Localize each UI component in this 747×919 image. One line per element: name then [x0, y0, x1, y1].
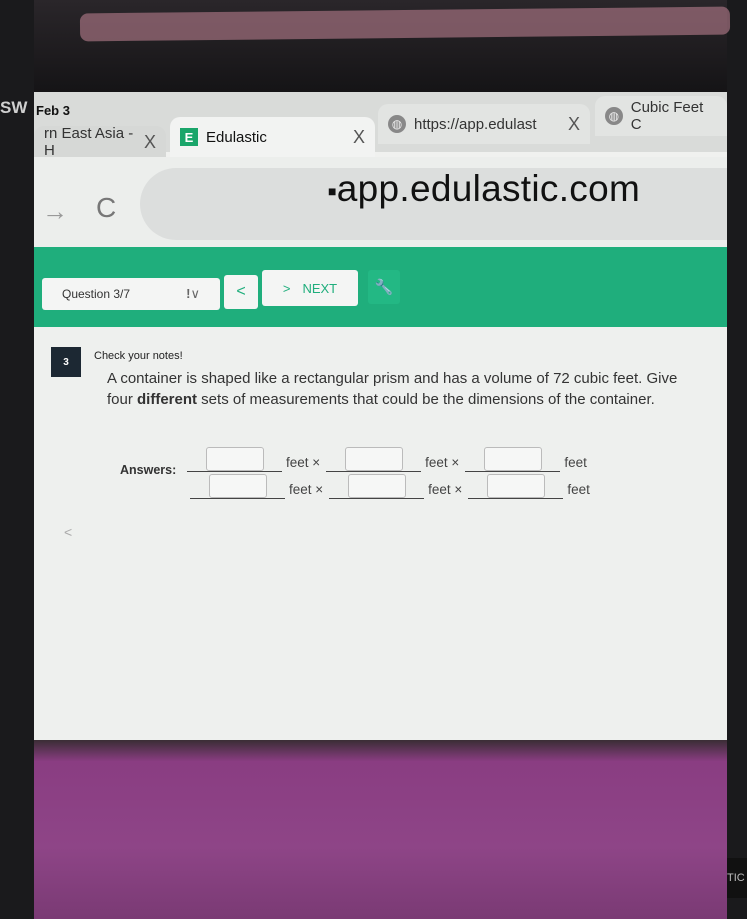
tab-east-asia[interactable]: rn East Asia - H X [34, 125, 166, 159]
lock-icon: ■ [328, 183, 337, 200]
unit-label: feet × [425, 455, 460, 470]
close-icon[interactable]: X [144, 132, 156, 153]
unit-label: feet × [428, 482, 463, 497]
answer-input[interactable] [483, 447, 542, 471]
edulastic-logo-icon: E [180, 128, 198, 146]
tab-label: Cubic Feet C [630, 99, 704, 133]
question-select[interactable]: Question 3/7 !∨ [42, 278, 220, 310]
unit-label: feet × [289, 482, 324, 497]
globe-icon: ◍ [388, 115, 406, 133]
close-icon[interactable]: X [568, 114, 580, 135]
url-text[interactable]: ■app.edulastic.com [328, 168, 640, 210]
tab-edulastic[interactable]: E Edulastic X [170, 117, 375, 157]
answer-input[interactable] [205, 447, 264, 471]
globe-icon: ◍ [605, 107, 623, 125]
close-icon[interactable]: X [353, 127, 365, 148]
overlay-text: SW [0, 98, 28, 117]
answer-input[interactable] [344, 447, 403, 471]
tab-edulastic-url[interactable]: ◍ https://app.edulast X [378, 104, 590, 144]
tab-label: rn East Asia - H [44, 125, 134, 159]
answers-label: Answers: [120, 463, 177, 477]
overlay-text: TIC [727, 858, 747, 898]
unit-label: feet [567, 482, 590, 497]
forward-icon[interactable]: → [42, 196, 68, 227]
next-button[interactable]: > NEXT [262, 270, 358, 306]
reload-icon[interactable]: C [96, 192, 116, 224]
unit-label: feet [564, 455, 587, 470]
answer-input[interactable] [486, 474, 545, 498]
question-select-label: Question 3/7 [62, 287, 131, 301]
answer-input[interactable] [347, 474, 406, 498]
unit-label: feet × [286, 455, 321, 470]
status-date: Feb 3 [36, 103, 70, 118]
tab-label: Edulastic [206, 128, 267, 146]
tablet-case [34, 740, 727, 919]
chevron-down-icon: ∨ [190, 286, 200, 301]
question-number: 3 [51, 347, 81, 377]
prev-button[interactable]: < [224, 275, 258, 309]
tab-label: https://app.edulast [414, 115, 537, 133]
answer-row-2: feet × feet × feet [190, 474, 596, 499]
question-text: A container is shaped like a rectangular… [107, 370, 678, 408]
next-label: NEXT [302, 280, 338, 296]
flag-icon: !∨ [186, 286, 200, 301]
chevron-right-icon: > [282, 280, 291, 296]
wrench-icon[interactable]: 🔧 [368, 270, 400, 304]
answer-input[interactable] [208, 474, 267, 498]
side-arrow-icon[interactable]: < [64, 524, 72, 540]
question-note: Check your notes! [94, 350, 183, 362]
url-value: app.edulastic.com [336, 168, 641, 209]
answer-row-1: feet × feet × feet [187, 447, 593, 472]
tab-cubic-feet[interactable]: ◍ Cubic Feet C [595, 96, 727, 136]
